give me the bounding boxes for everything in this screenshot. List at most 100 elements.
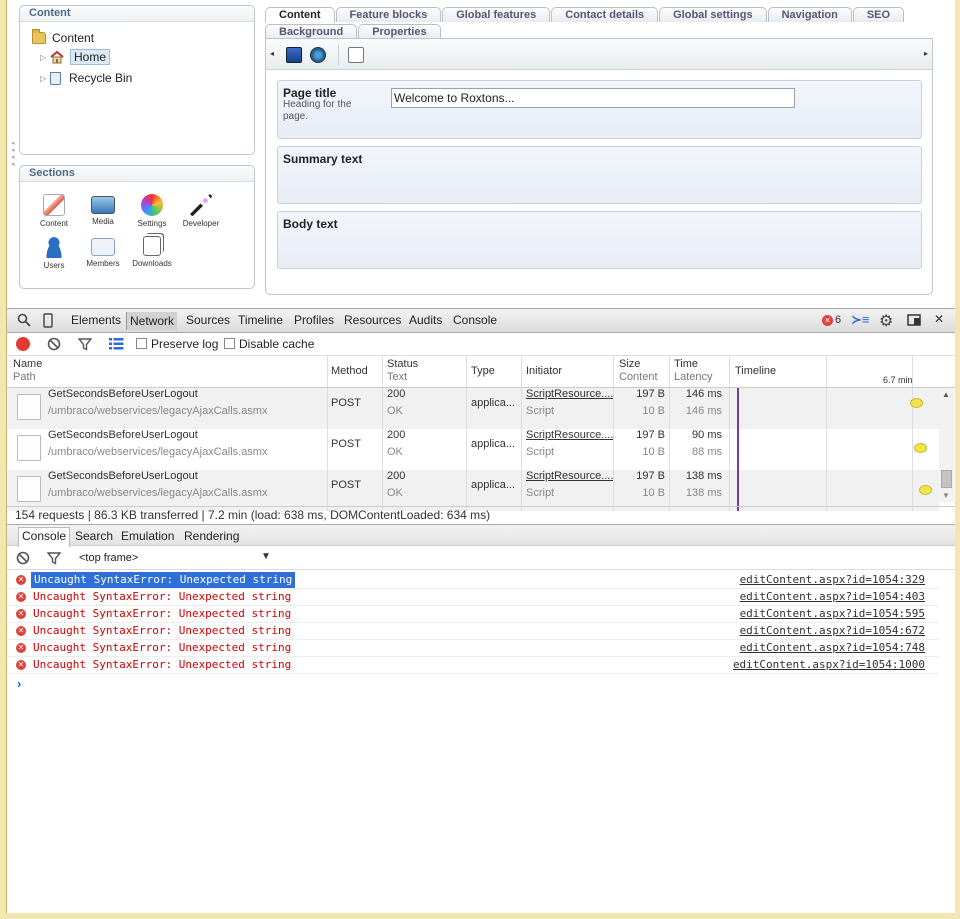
record-icon[interactable]	[16, 337, 30, 351]
disable-cache-option[interactable]: Disable cache	[224, 337, 314, 351]
message-source-link[interactable]: editContent.aspx?id=1054:329	[740, 572, 925, 588]
drawer-tab-emulation[interactable]: Emulation	[121, 529, 174, 543]
col-time-latency[interactable]: Time Latency	[674, 358, 713, 384]
tree-item-content[interactable]: Content	[32, 29, 94, 47]
console-message[interactable]: ✕ Uncaught SyntaxError: Unexpected strin…	[7, 640, 939, 657]
folder-icon	[32, 29, 46, 44]
col-type[interactable]: Type	[471, 365, 495, 378]
message-source-link[interactable]: editContent.aspx?id=1054:403	[740, 589, 925, 605]
section-settings[interactable]: Settings	[130, 194, 174, 228]
message-text[interactable]: Uncaught SyntaxError: Unexpected string	[33, 657, 291, 673]
message-text[interactable]: Uncaught SyntaxError: Unexpected string	[31, 572, 296, 588]
row-initiator-link[interactable]: ScriptResource....	[526, 468, 613, 484]
row-initiator-link[interactable]: ScriptResource....	[526, 427, 613, 443]
clear-icon[interactable]	[47, 337, 61, 354]
drawer-tab-search[interactable]: Search	[75, 529, 113, 543]
filter-icon[interactable]	[77, 337, 93, 354]
message-text[interactable]: Uncaught SyntaxError: Unexpected string	[33, 640, 291, 656]
scroll-left-icon[interactable]: ◂	[270, 49, 274, 58]
tab-sources[interactable]: Sources	[186, 313, 230, 327]
console-message[interactable]: ✕ Uncaught SyntaxError: Unexpected strin…	[7, 572, 939, 589]
network-scrollbar[interactable]: ▲ ▼	[939, 388, 954, 502]
preserve-log-checkbox[interactable]	[136, 338, 147, 349]
tab-elements[interactable]: Elements	[71, 313, 121, 327]
expand-arrow-icon[interactable]: ▷	[40, 53, 50, 62]
tree-item-recycle-bin[interactable]: ▷ Recycle Bin	[40, 69, 132, 87]
scrollbar-thumb[interactable]	[941, 470, 952, 488]
preserve-log-option[interactable]: Preserve log	[136, 337, 218, 351]
console-message[interactable]: ✕ Uncaught SyntaxError: Unexpected strin…	[7, 623, 939, 640]
console-filter-icon[interactable]	[46, 551, 62, 568]
console-message[interactable]: ✕ Uncaught SyntaxError: Unexpected strin…	[7, 589, 939, 606]
expand-arrow-icon[interactable]: ▷	[40, 74, 50, 83]
drawer-tab-console[interactable]: Console	[18, 527, 71, 547]
message-text[interactable]: Uncaught SyntaxError: Unexpected string	[33, 589, 291, 605]
scroll-down-icon[interactable]: ▼	[942, 491, 950, 500]
close-devtools-icon[interactable]: ✕	[934, 312, 944, 326]
page-title-input[interactable]	[391, 88, 795, 108]
tree-item-label: Recycle Bin	[69, 71, 133, 85]
col-initiator[interactable]: Initiator	[526, 365, 562, 378]
device-mode-icon[interactable]	[43, 313, 53, 331]
section-members[interactable]: Members	[81, 236, 125, 268]
tab-timeline[interactable]: Timeline	[238, 313, 283, 327]
tab-profiles[interactable]: Profiles	[294, 313, 334, 327]
message-text[interactable]: Uncaught SyntaxError: Unexpected string	[33, 606, 291, 622]
console-message[interactable]: ✕ Uncaught SyntaxError: Unexpected strin…	[7, 657, 939, 674]
error-count[interactable]: 6	[835, 314, 841, 326]
tab-seo[interactable]: SEO	[852, 7, 905, 22]
dock-icon[interactable]	[907, 313, 923, 330]
network-row[interactable]: GetSecondsBeforeUserLogout /umbraco/webs…	[7, 429, 939, 470]
tab-content[interactable]: Content	[265, 7, 335, 23]
tree-item-home[interactable]: ▷ Home	[40, 48, 111, 66]
col-separator	[521, 429, 522, 470]
settings-gear-icon[interactable]: ⚙	[879, 311, 893, 331]
col-method[interactable]: Method	[331, 365, 368, 378]
tab-network[interactable]: Network	[126, 312, 178, 330]
save-publish-icon[interactable]	[310, 47, 326, 63]
error-count-icon[interactable]: ✕	[822, 315, 833, 326]
col-size-content[interactable]: Size Content	[619, 358, 658, 384]
message-source-link[interactable]: editContent.aspx?id=1054:672	[740, 623, 925, 639]
clear-console-icon[interactable]	[16, 551, 30, 568]
section-users[interactable]: Users	[32, 236, 76, 270]
panel-splitter[interactable]: ◂ ◂ ◂ ◂	[11, 140, 17, 168]
network-row[interactable]: GetSecondsBeforeUserLogout /umbraco/webs…	[7, 470, 939, 511]
tab-feature-blocks[interactable]: Feature blocks	[335, 7, 442, 22]
scroll-right-icon[interactable]: ▸	[924, 49, 928, 58]
section-downloads[interactable]: Downloads	[130, 236, 174, 268]
message-text[interactable]: Uncaught SyntaxError: Unexpected string	[33, 623, 291, 639]
large-rows-icon[interactable]	[109, 337, 124, 353]
tab-global-features[interactable]: Global features	[442, 7, 551, 22]
tab-background[interactable]: Background	[265, 24, 358, 39]
tab-global-settings[interactable]: Global settings	[659, 7, 767, 22]
tab-resources[interactable]: Resources	[344, 313, 401, 327]
inspect-icon[interactable]	[17, 313, 31, 330]
disable-cache-checkbox[interactable]	[224, 338, 235, 349]
message-source-link[interactable]: editContent.aspx?id=1054:595	[740, 606, 925, 622]
col-timeline[interactable]: Timeline	[735, 365, 776, 378]
drawer-toggle-icon[interactable]: ≻≡	[851, 312, 869, 328]
scroll-up-icon[interactable]: ▲	[942, 390, 950, 399]
tab-console[interactable]: Console	[453, 313, 497, 327]
tab-navigation[interactable]: Navigation	[767, 7, 852, 22]
tab-properties[interactable]: Properties	[358, 24, 441, 39]
section-content[interactable]: Content	[32, 194, 76, 228]
network-row[interactable]: GetSecondsBeforeUserLogout /umbraco/webs…	[7, 388, 939, 429]
tab-audits[interactable]: Audits	[409, 313, 442, 327]
col-status-text[interactable]: Status Text	[387, 358, 418, 384]
section-media[interactable]: Media	[81, 194, 125, 226]
message-source-link[interactable]: editContent.aspx?id=1054:748	[740, 640, 925, 656]
col-name-path[interactable]: Name Path	[13, 358, 42, 384]
tab-contact-details[interactable]: Contact details	[551, 7, 659, 22]
chevron-down-icon[interactable]: ▼	[261, 551, 271, 562]
drawer-tab-rendering[interactable]: Rendering	[184, 529, 239, 543]
section-developer[interactable]: Developer	[179, 194, 223, 228]
frame-select[interactable]: <top frame>	[79, 552, 138, 564]
console-prompt[interactable]: ›	[17, 676, 21, 691]
preview-icon[interactable]	[348, 47, 364, 63]
console-message[interactable]: ✕ Uncaught SyntaxError: Unexpected strin…	[7, 606, 939, 623]
message-source-link[interactable]: editContent.aspx?id=1054:1000	[733, 657, 925, 673]
row-initiator-link[interactable]: ScriptResource....	[526, 386, 613, 402]
save-icon[interactable]	[286, 47, 302, 63]
